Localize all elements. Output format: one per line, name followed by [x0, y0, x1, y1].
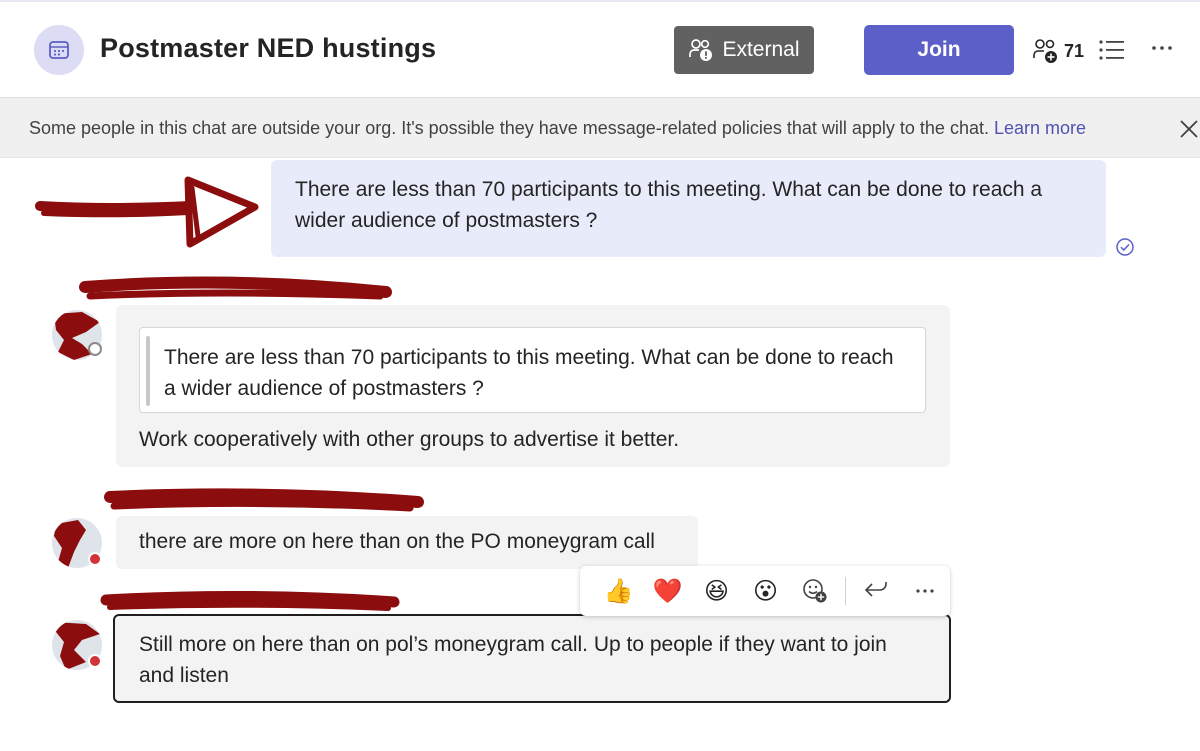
- chat-avatar: [34, 25, 84, 75]
- more-icon: [916, 589, 935, 593]
- participants-button[interactable]: 71: [1032, 36, 1084, 66]
- top-rule: [0, 0, 1200, 2]
- chat-title: Postmaster NED hustings: [100, 33, 437, 63]
- hand-drawn-arrow: [35, 176, 259, 248]
- banner-message: Some people in this chat are outside you…: [29, 118, 989, 138]
- redacted-sender-name: [79, 276, 392, 300]
- presence-indicator: [88, 342, 102, 356]
- close-icon: [1180, 120, 1198, 138]
- external-label: External: [722, 38, 800, 61]
- chat-window: Postmaster NED hustings External Join 71…: [0, 0, 1200, 751]
- reaction-bar: 👍 ❤️ 😆 😮: [580, 566, 950, 616]
- message-bubble-selected[interactable]: Still more on here than on pol’s moneygr…: [113, 614, 951, 703]
- laugh-reaction[interactable]: 😆: [692, 571, 741, 611]
- own-message[interactable]: There are less than 70 participants to t…: [271, 160, 1106, 257]
- banner-close-button[interactable]: [1178, 118, 1200, 140]
- add-reaction-button[interactable]: [790, 571, 839, 611]
- read-receipt-icon: [1116, 238, 1134, 256]
- participant-count: 71: [1064, 40, 1085, 61]
- like-reaction[interactable]: 👍: [594, 571, 643, 611]
- join-button[interactable]: Join: [864, 25, 1014, 75]
- add-reaction-icon: [802, 579, 826, 603]
- surprised-reaction[interactable]: 😮: [741, 571, 790, 611]
- reply-button[interactable]: [852, 571, 901, 611]
- heart-reaction[interactable]: ❤️: [643, 571, 692, 611]
- people-add-icon: [1033, 39, 1057, 63]
- more-icon: [1152, 46, 1172, 50]
- external-banner: Some people in this chat are outside you…: [0, 98, 1200, 158]
- more-options-button[interactable]: [901, 571, 950, 611]
- external-people-icon: [689, 39, 713, 61]
- learn-more-link[interactable]: Learn more: [994, 118, 1086, 138]
- message-bubble[interactable]: There are less than 70 participants to t…: [116, 305, 950, 467]
- redacted-sender-name: [100, 590, 400, 611]
- calendar-icon: [49, 41, 69, 59]
- list-icon: [1099, 40, 1124, 60]
- more-button[interactable]: [1150, 36, 1174, 60]
- reaction-separator: [845, 577, 846, 605]
- quoted-message[interactable]: There are less than 70 participants to t…: [139, 327, 926, 413]
- external-badge[interactable]: External: [674, 26, 814, 74]
- chat-header: Postmaster NED hustings External Join 71: [0, 0, 1200, 98]
- banner-text: Some people in this chat are outside you…: [29, 118, 1086, 139]
- redacted-sender-name: [104, 488, 424, 512]
- message-text: Work cooperatively with other groups to …: [139, 428, 680, 451]
- reply-icon: [865, 582, 888, 597]
- read-receipt: [1115, 237, 1135, 257]
- message-bubble[interactable]: there are more on here than on the PO mo…: [116, 516, 698, 569]
- list-button[interactable]: [1098, 38, 1126, 62]
- presence-indicator: [88, 654, 102, 668]
- presence-indicator: [88, 552, 102, 566]
